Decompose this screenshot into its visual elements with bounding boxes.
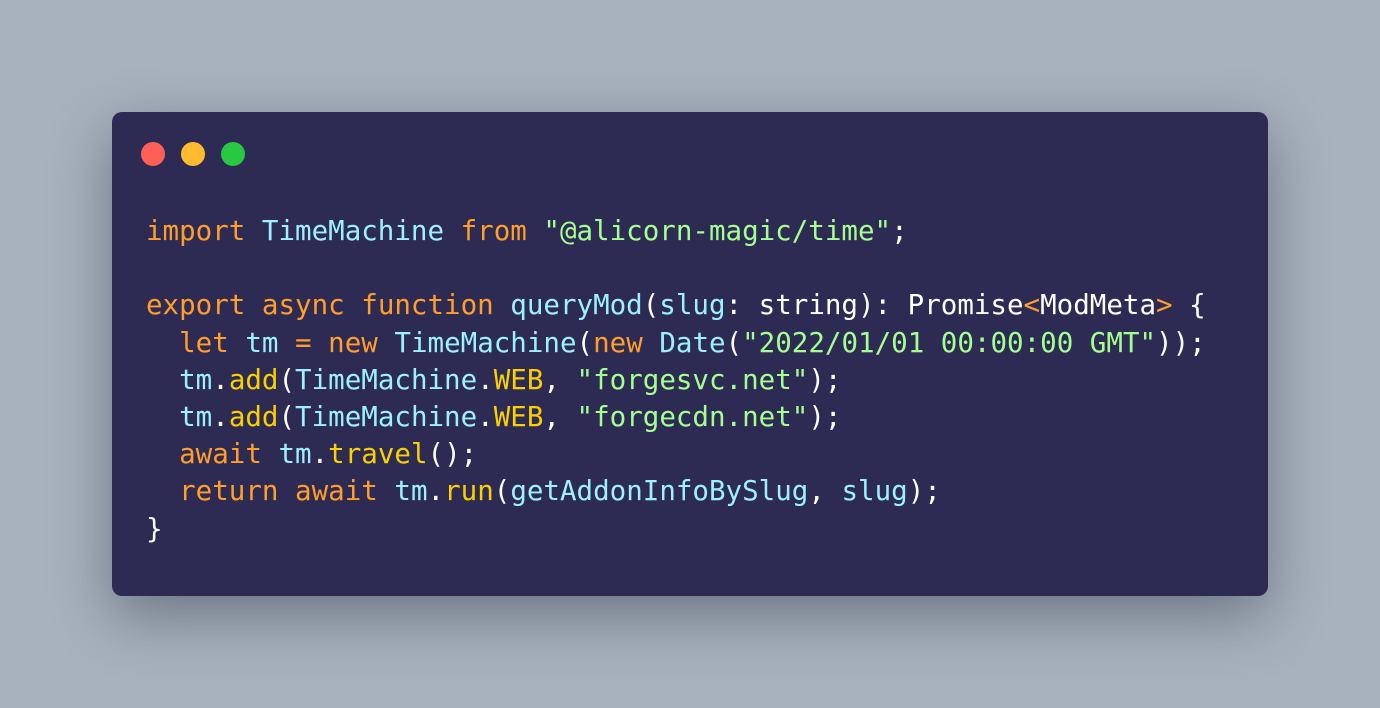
code-token: queryMod — [510, 289, 643, 322]
code-token: add — [228, 363, 279, 396]
code-token: ModMeta — [1040, 289, 1157, 322]
code-token: slug — [841, 475, 908, 508]
code-token: from — [460, 215, 527, 247]
code-token: import — [146, 215, 246, 247]
code-token: travel — [328, 438, 428, 471]
code-token: ( — [278, 363, 296, 396]
code-token: await — [295, 475, 378, 508]
code-token: ( — [278, 400, 296, 433]
code-token: TimeMachine — [394, 326, 577, 359]
code-line: tm.add(TimeMachine.WEB, "forgesvc.net"); — [146, 362, 1206, 399]
code-line: await tm.travel(); — [146, 436, 1206, 473]
code-token: } — [146, 512, 163, 545]
maximize-button[interactable] — [221, 142, 245, 166]
code-token: tm — [179, 400, 213, 433]
code-token: ); — [808, 400, 842, 433]
code-token: TimeMachine — [295, 363, 478, 396]
code-token: ; — [891, 215, 908, 247]
code-line: } — [146, 511, 1206, 548]
code-token: Date — [659, 326, 726, 359]
code-token: new — [593, 326, 643, 359]
code-line: import TimeMachine from "@alicorn-magic/… — [146, 213, 1206, 250]
window-titlebar — [141, 142, 245, 166]
code-token: . — [311, 438, 329, 471]
code-token: let — [179, 326, 229, 359]
code-token: return — [179, 475, 279, 508]
code-token: . — [212, 363, 229, 396]
code-token: < — [1023, 289, 1041, 322]
code-token: : string): Promise — [725, 289, 1024, 322]
code-token: , — [543, 400, 577, 433]
code-token: tm — [394, 475, 428, 508]
code-token: await — [179, 438, 262, 471]
code-token: tm — [278, 438, 312, 471]
code-token: "forgesvc.net" — [576, 363, 809, 396]
code-token: . — [212, 400, 229, 433]
code-token: = — [295, 326, 312, 359]
code-token: run — [444, 475, 494, 508]
code-token: , — [543, 363, 577, 396]
code-token: tm — [179, 363, 213, 396]
code-token: )); — [1156, 326, 1206, 359]
code-token: function — [361, 289, 494, 322]
code-token: getAddonInfoBySlug — [510, 475, 809, 508]
code-line: tm.add(TimeMachine.WEB, "forgecdn.net"); — [146, 399, 1206, 436]
code-token: slug — [659, 289, 726, 322]
code-token: WEB — [493, 363, 544, 396]
code-token: tm — [245, 326, 279, 359]
code-line: export async function queryMod(slug: str… — [146, 287, 1206, 324]
code-token: ( — [725, 326, 743, 359]
code-token: . — [477, 363, 494, 396]
code-token: ( — [642, 289, 660, 322]
code-token: { — [1172, 289, 1206, 322]
code-token: "2022/01/01 00:00:00 GMT" — [742, 326, 1157, 359]
code-line: return await tm.run(getAddonInfoBySlug, … — [146, 473, 1206, 510]
code-token: (); — [427, 438, 478, 471]
code-token: new — [328, 326, 378, 359]
code-token: export — [146, 289, 246, 322]
code-token: WEB — [493, 400, 544, 433]
code-token: TimeMachine — [295, 400, 478, 433]
code-token: ( — [493, 475, 511, 508]
code-token: "forgecdn.net" — [576, 400, 809, 433]
code-block: import TimeMachine from "@alicorn-magic/… — [146, 213, 1206, 548]
code-token: ); — [808, 363, 842, 396]
code-token: . — [477, 400, 494, 433]
code-token: > — [1156, 289, 1173, 322]
code-token: "@alicorn-magic/time" — [543, 215, 892, 247]
code-token: add — [228, 400, 279, 433]
code-token: async — [261, 289, 345, 322]
code-token: ( — [576, 326, 594, 359]
code-token: . — [427, 475, 445, 508]
minimize-button[interactable] — [181, 142, 205, 166]
code-window: import TimeMachine from "@alicorn-magic/… — [112, 112, 1268, 596]
close-button[interactable] — [141, 142, 165, 166]
code-line: let tm = new TimeMachine(new Date("2022/… — [146, 325, 1206, 362]
code-token: , — [808, 475, 842, 508]
code-token: ); — [907, 475, 941, 508]
code-token: TimeMachine — [261, 215, 445, 247]
